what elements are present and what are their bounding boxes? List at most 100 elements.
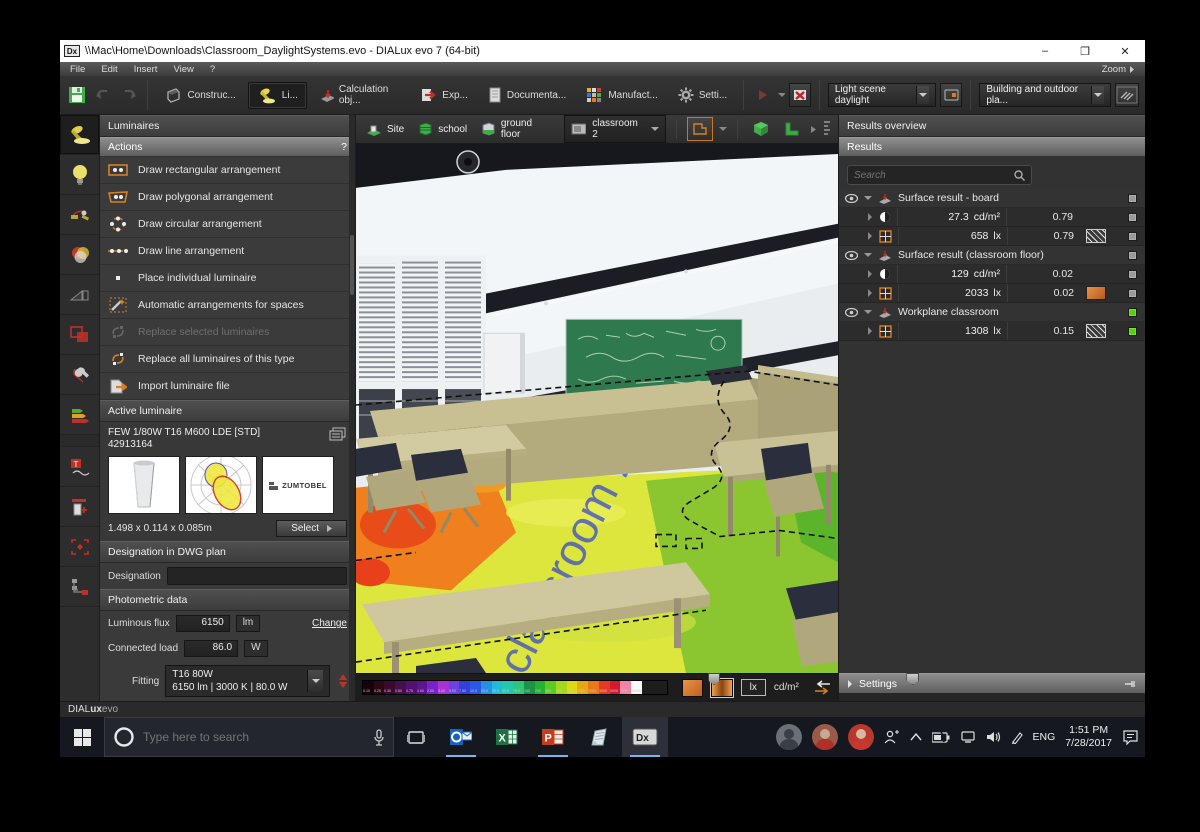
select-luminaire-button[interactable]: Select xyxy=(276,520,347,537)
plan-dropdown-arrow[interactable] xyxy=(719,126,727,132)
photometric-curve-thumbnail[interactable] xyxy=(185,456,257,514)
fitting-spinner[interactable] xyxy=(339,674,347,688)
tab-export[interactable]: Exp... xyxy=(412,83,476,107)
room-selector[interactable]: classroom 2 xyxy=(564,115,667,143)
taskbar-powerpoint[interactable]: P xyxy=(530,717,576,757)
fitting-dropdown[interactable]: T16 80W 6150 lm | 3000 K | 80.0 W xyxy=(165,665,330,697)
expand-icon[interactable] xyxy=(867,232,873,240)
result-group-board[interactable]: Surface result - board xyxy=(839,189,1145,208)
view-more-arrow[interactable] xyxy=(811,126,816,133)
reset-scale-icon[interactable] xyxy=(811,680,832,696)
results-search-input[interactable] xyxy=(854,170,1014,181)
redo-button[interactable] xyxy=(118,82,140,108)
microphone-icon[interactable] xyxy=(373,729,385,746)
action-center-icon[interactable] xyxy=(1122,730,1139,745)
result-row-workplane-illuminance[interactable]: 1308lx 0.15 xyxy=(839,322,1145,341)
collapse-icon[interactable] xyxy=(864,195,872,201)
people-icon[interactable] xyxy=(884,730,900,744)
swatch-hatched[interactable] xyxy=(1086,229,1106,243)
result-row-board-luminance[interactable]: 27.3cd/m² 0.79 xyxy=(839,208,1145,227)
menu-help[interactable]: ? xyxy=(210,64,215,75)
close-button[interactable]: ✕ xyxy=(1105,40,1145,62)
minimize-button[interactable]: – xyxy=(1025,40,1065,62)
taskbar-clock[interactable]: 1:51 PM 7/28/2017 xyxy=(1065,724,1112,750)
expand-icon[interactable] xyxy=(867,270,873,278)
brand-logo-thumbnail[interactable]: ZUMTOBEL xyxy=(262,456,334,514)
view-3d-button[interactable] xyxy=(748,116,774,142)
taskbar-outlook[interactable] xyxy=(438,717,484,757)
title-bar[interactable]: Dx \\Mac\Home\Downloads\Classroom_Daylig… xyxy=(60,40,1145,62)
crumb-floor[interactable]: ground floor xyxy=(477,116,557,142)
result-group-workplane[interactable]: Workplane classroom xyxy=(839,303,1145,322)
people-avatar-2[interactable] xyxy=(812,724,838,750)
action-draw-circular[interactable]: Draw circular arrangement xyxy=(100,211,355,238)
undo-button[interactable] xyxy=(92,82,114,108)
designation-input[interactable] xyxy=(167,567,347,585)
menu-edit[interactable]: Edit xyxy=(101,64,117,75)
rail-copy-arrange-tool[interactable] xyxy=(60,315,99,355)
pin-icon[interactable] xyxy=(1125,680,1137,688)
people-avatar-3[interactable] xyxy=(848,724,874,750)
swatch-hatched[interactable] xyxy=(1086,324,1106,338)
solid-colour-display-button[interactable] xyxy=(682,679,703,697)
rail-maintenance-tool[interactable] xyxy=(60,355,99,395)
rail-light-colour-tool[interactable] xyxy=(60,235,99,275)
rail-scenes-tool[interactable] xyxy=(60,275,99,315)
tab-documentation[interactable]: Documenta... xyxy=(480,83,574,107)
viewport-3d-scene[interactable]: classroom 2 xyxy=(356,144,838,673)
cancel-calculation-button[interactable] xyxy=(789,83,811,107)
taskbar-search-input[interactable] xyxy=(143,730,365,744)
rail-focus-tool[interactable] xyxy=(60,527,99,567)
menu-view[interactable]: View xyxy=(173,64,193,75)
collapse-icon[interactable] xyxy=(864,252,872,258)
plan-view-button[interactable] xyxy=(687,117,713,141)
menu-file[interactable]: File xyxy=(70,64,85,75)
tab-construction[interactable]: Construc... xyxy=(156,83,243,107)
rail-column-tool[interactable] xyxy=(60,487,99,527)
save-button[interactable] xyxy=(66,82,88,108)
tab-calculation-objects[interactable]: Calculation obj... xyxy=(311,80,408,110)
eye-icon[interactable] xyxy=(845,194,858,203)
crumb-site[interactable]: Site xyxy=(362,121,408,138)
taskbar-excel[interactable]: X xyxy=(484,717,530,757)
action-replace-all[interactable]: Replace all luminaires of this type xyxy=(100,346,355,373)
taskbar-search[interactable] xyxy=(104,717,394,757)
start-button[interactable] xyxy=(60,717,104,757)
task-view-button[interactable] xyxy=(394,717,438,757)
rail-joints-tool[interactable] xyxy=(60,195,99,235)
lx-unit-button[interactable]: lx xyxy=(741,679,766,696)
rail-connections-tool[interactable] xyxy=(60,567,99,607)
action-draw-line[interactable]: Draw line arrangement xyxy=(100,238,355,265)
start-calculation-button[interactable] xyxy=(752,82,774,108)
action-place-individual[interactable]: Place individual luminaire xyxy=(100,265,355,292)
swatch-orange[interactable] xyxy=(1086,286,1106,300)
network-icon[interactable] xyxy=(960,731,976,743)
help-icon[interactable]: ? xyxy=(341,141,347,153)
pen-icon[interactable] xyxy=(1011,731,1023,744)
zoom-menu[interactable]: Zoom xyxy=(1102,64,1135,75)
crumb-building[interactable]: school xyxy=(414,120,471,138)
false-color-bar[interactable]: 0.100.200.300.500.751.002.003.005.007.50… xyxy=(362,680,668,695)
rail-text-tool[interactable]: T xyxy=(60,447,99,487)
rail-lamps-tool[interactable] xyxy=(60,155,99,195)
copy-datasheet-icon[interactable] xyxy=(329,427,347,441)
expand-icon[interactable] xyxy=(867,327,873,335)
eye-icon[interactable] xyxy=(845,251,858,260)
luminous-flux-value[interactable]: 6150 xyxy=(176,615,230,632)
action-automatic-arrangements[interactable]: Automatic arrangements for spaces xyxy=(100,292,355,319)
speaker-icon[interactable] xyxy=(986,731,1001,743)
tab-manufacturer[interactable]: Manufact... xyxy=(578,83,665,107)
view-notes-icon[interactable] xyxy=(822,120,832,139)
action-import-luminaire-file[interactable]: Import luminaire file xyxy=(100,373,355,400)
luminaire-photo-thumbnail[interactable] xyxy=(108,456,180,514)
people-avatar-1[interactable] xyxy=(776,724,802,750)
tab-light[interactable]: Li... xyxy=(248,82,307,109)
taskbar-dialux[interactable]: Dx xyxy=(622,717,668,757)
tab-settings[interactable]: Setti... xyxy=(670,83,735,107)
cdm2-unit-label[interactable]: cd/m² xyxy=(774,682,799,693)
settings-bar[interactable]: Settings xyxy=(839,673,1145,693)
roof-visibility-button[interactable] xyxy=(1115,83,1139,107)
left-panel-scrollbar[interactable] xyxy=(349,115,355,701)
result-row-floor-luminance[interactable]: 129cd/m² 0.02 xyxy=(839,265,1145,284)
building-dropdown[interactable]: Building and outdoor pla... xyxy=(979,83,1111,107)
